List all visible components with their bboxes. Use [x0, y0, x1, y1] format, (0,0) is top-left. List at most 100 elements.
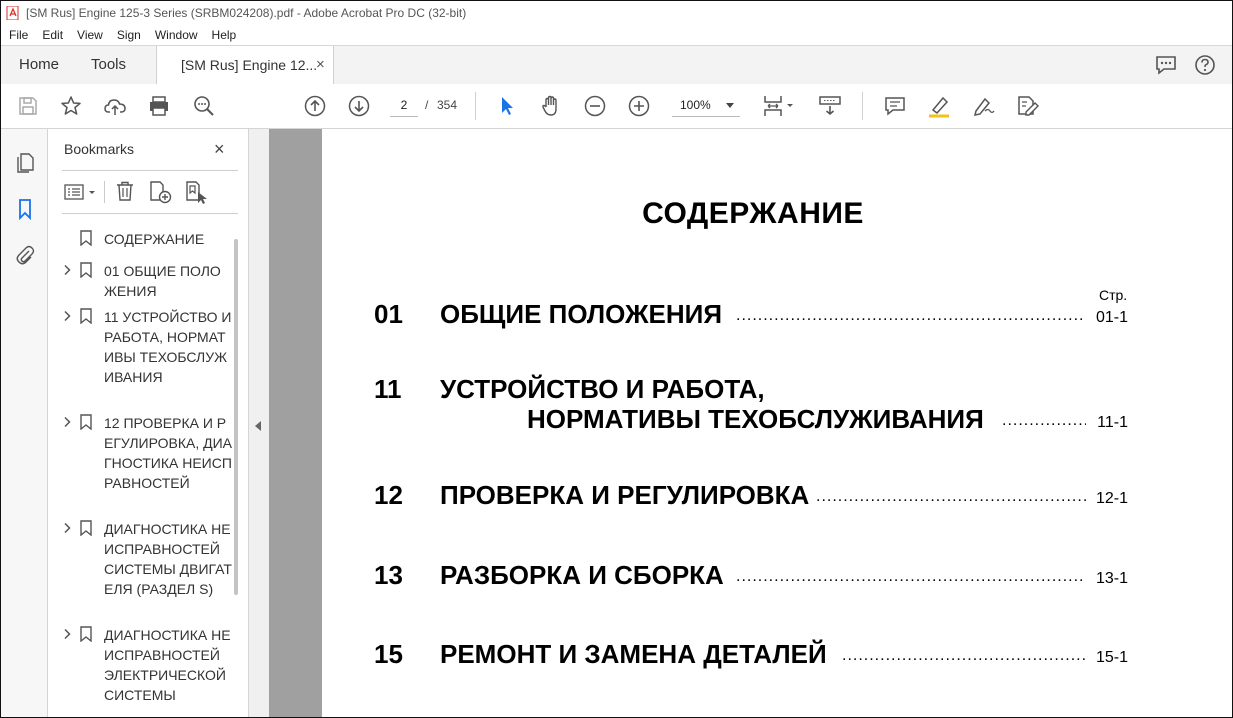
scroll-mode-icon[interactable]: [818, 94, 842, 118]
bookmarks-scrollbar[interactable]: [234, 239, 238, 595]
pdf-page: СОДЕРЖАНИЕ Стр. 01 ОБЩИЕ ПОЛОЖЕНИЯ .....…: [322, 129, 1232, 717]
bookmark-label: 01 ОБЩИЕ ПОЛОЖЕНИЯ: [104, 263, 221, 299]
previous-page-icon[interactable]: [303, 94, 327, 118]
left-navigation-rail: [1, 129, 48, 717]
bookmark-item[interactable]: 01 ОБЩИЕ ПОЛОЖЕНИЯ: [48, 261, 233, 301]
menu-window[interactable]: Window: [147, 28, 204, 42]
chevron-right-icon[interactable]: [61, 263, 73, 276]
help-icon[interactable]: [1194, 54, 1216, 81]
document-background: [269, 129, 322, 717]
divider: [62, 213, 238, 214]
page-title: СОДЕРЖАНИЕ: [642, 197, 864, 230]
toc-leader-dots: ........................................…: [816, 488, 1086, 505]
delete-bookmark-icon[interactable]: [114, 180, 136, 207]
toc-leader-dots: ........................................…: [842, 647, 1086, 664]
bookmark-icon: [80, 262, 92, 279]
toc-number: 11: [374, 374, 402, 404]
bookmark-item[interactable]: 11 УСТРОЙСТВО И РАБОТА, НОРМАТИВЫ ТЕХОБС…: [48, 307, 233, 407]
toc-entry: 01 ОБЩИЕ ПОЛОЖЕНИЯ .....................…: [374, 299, 1128, 331]
bookmark-item[interactable]: ДИАГНОСТИКА НЕИСПРАВНОСТЕЙ СИСТЕМЫ ДВИГА…: [48, 519, 233, 619]
collapse-panel-icon[interactable]: [255, 421, 261, 431]
acrobat-pdf-icon: [6, 5, 20, 21]
bookmarks-toolbar: [62, 179, 238, 205]
toc-heading: ОБЩИЕ ПОЛОЖЕНИЯ: [440, 299, 723, 329]
toc-number: 13: [374, 560, 403, 590]
toc-page-number: 15-1: [1095, 649, 1128, 666]
toc-heading: ПРОВЕРКА И РЕГУЛИРОВКА: [440, 480, 810, 510]
hand-tool-icon[interactable]: [539, 94, 563, 118]
toc-heading-continuation: НОРМАТИВЫ ТЕХОБСЛУЖИВАНИЯ: [527, 404, 984, 434]
panel-splitter[interactable]: [248, 129, 269, 717]
bookmark-item[interactable]: СОДЕРЖАНИЕ: [48, 229, 233, 249]
toc-leader-dots: ........................................…: [736, 568, 1086, 585]
save-icon[interactable]: [16, 94, 40, 118]
comment-bubble-icon[interactable]: [1154, 54, 1178, 81]
toc-heading: РАЗБОРКА И СБОРКА: [440, 560, 724, 590]
bookmark-label: СОДЕРЖАНИЕ: [104, 231, 205, 247]
menu-sign[interactable]: Sign: [109, 28, 147, 42]
select-cursor-icon[interactable]: [495, 94, 519, 118]
print-icon[interactable]: [147, 94, 171, 118]
toc-number: 12: [374, 480, 403, 510]
bookmarks-title: Bookmarks: [64, 141, 135, 157]
bookmark-item[interactable]: ДИАГНОСТИКА НЕИСПРАВНОСТЕЙ ЭЛЕКТРИЧЕСКОЙ…: [48, 625, 233, 717]
divider: [62, 170, 238, 171]
toc-number: 15: [374, 639, 403, 669]
zoom-in-icon[interactable]: [627, 94, 651, 118]
title-bar: [SM Rus] Engine 125-3 Series (SRBM024208…: [1, 1, 1232, 25]
menu-help[interactable]: Help: [204, 28, 243, 42]
tab-tools[interactable]: Tools: [91, 56, 126, 73]
bookmark-options-icon[interactable]: [64, 182, 98, 207]
new-bookmark-icon[interactable]: [148, 180, 172, 209]
highlight-pen-icon[interactable]: [927, 94, 951, 118]
star-icon[interactable]: [59, 94, 83, 118]
bookmark-label: ДИАГНОСТИКА НЕИСПРАВНОСТЕЙ СИСТЕМЫ ДВИГА…: [104, 521, 232, 597]
toc-heading: УСТРОЙСТВО И РАБОТА,: [440, 374, 765, 404]
toc-page-number: 13-1: [1095, 570, 1128, 587]
toc-entry: 12 ПРОВЕРКА И РЕГУЛИРОВКА ..............…: [374, 480, 1128, 512]
menu-view[interactable]: View: [69, 28, 109, 42]
toc-entry: 11 УСТРОЙСТВО И РАБОТА, НОРМАТИВЫ ТЕХОБС…: [374, 374, 1128, 438]
toc-leader-dots: ........................................: [1002, 412, 1086, 429]
bookmark-icon: [80, 308, 92, 325]
page-fit-icon[interactable]: [762, 94, 796, 118]
bookmark-panel-icon[interactable]: [14, 198, 36, 221]
tab-document[interactable]: [SM Rus] Engine 12... ×: [156, 46, 334, 84]
zoom-level-value: 100%: [680, 98, 711, 112]
bookmark-from-structure-icon[interactable]: [184, 180, 208, 209]
bookmark-label: 11 УСТРОЙСТВО И РАБОТА, НОРМАТИВЫ ТЕХОБС…: [104, 309, 232, 385]
zoom-level-select[interactable]: 100%: [672, 94, 740, 117]
toc-number: 01: [374, 299, 403, 329]
comment-icon[interactable]: [883, 94, 907, 118]
draw-freehand-icon[interactable]: [971, 94, 995, 118]
chevron-right-icon[interactable]: [61, 627, 73, 640]
current-page-input[interactable]: 2: [390, 94, 418, 117]
chevron-right-icon[interactable]: [61, 415, 73, 428]
upload-cloud-icon[interactable]: [103, 94, 127, 118]
page-separator: /: [425, 98, 429, 112]
toc-leader-dots: ........................................…: [736, 307, 1084, 324]
page-thumbnails-icon[interactable]: [14, 151, 36, 173]
search-zoom-icon[interactable]: [192, 94, 216, 118]
chevron-right-icon[interactable]: [61, 521, 73, 534]
next-page-icon[interactable]: [347, 94, 371, 118]
menu-edit[interactable]: Edit: [34, 28, 69, 42]
zoom-out-icon[interactable]: [583, 94, 607, 118]
menu-file[interactable]: File: [1, 28, 34, 42]
bookmark-label: 12 ПРОВЕРКА И РЕГУЛИРОВКА, ДИАГНОСТИКА Н…: [104, 415, 233, 491]
attachment-paperclip-icon[interactable]: [14, 244, 36, 266]
toc-entry: 15 РЕМОНТ И ЗАМЕНА ДЕТАЛЕЙ .............…: [374, 639, 1128, 671]
bookmark-icon: [80, 626, 92, 643]
toolbar-divider: [475, 92, 476, 120]
menu-bar: File Edit View Sign Window Help: [1, 25, 1232, 45]
bookmark-item[interactable]: 12 ПРОВЕРКА И РЕГУЛИРОВКА, ДИАГНОСТИКА Н…: [48, 413, 233, 513]
close-panel-icon[interactable]: ×: [214, 139, 225, 160]
toc-heading: РЕМОНТ И ЗАМЕНА ДЕТАЛЕЙ: [440, 639, 827, 669]
bookmark-icon: [80, 414, 92, 431]
bookmark-icon: [80, 520, 92, 537]
chevron-right-icon[interactable]: [61, 309, 73, 322]
chevron-down-icon: [726, 103, 734, 108]
tab-home[interactable]: Home: [19, 56, 59, 73]
close-tab-icon[interactable]: ×: [316, 56, 325, 73]
fill-sign-icon[interactable]: [1015, 94, 1039, 118]
